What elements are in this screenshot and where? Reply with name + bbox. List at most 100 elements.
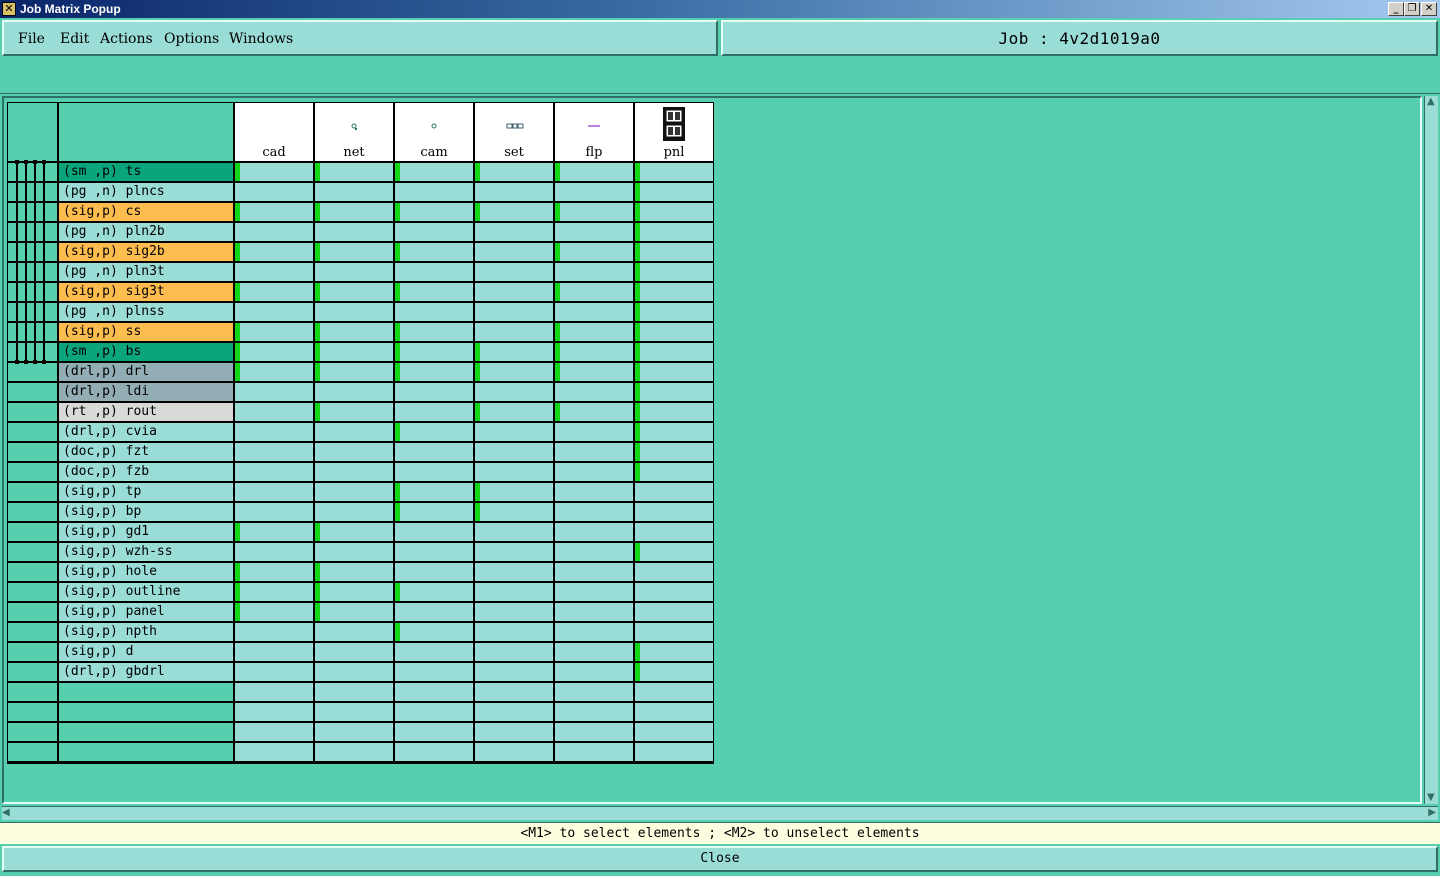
matrix-cell[interactable] (635, 383, 713, 401)
layer-name[interactable]: (pg ,n) pln3t (59, 263, 233, 281)
layer-name[interactable]: (drl,p) cvia (59, 423, 233, 441)
matrix-cell[interactable] (395, 443, 473, 461)
matrix-cell[interactable] (555, 743, 633, 761)
matrix-cell[interactable] (475, 223, 553, 241)
row-index[interactable] (8, 603, 57, 621)
matrix-cell[interactable] (235, 503, 313, 521)
row-index[interactable] (8, 463, 57, 481)
matrix-cell[interactable] (235, 183, 313, 201)
matrix-cell[interactable] (555, 383, 633, 401)
matrix-cell[interactable] (235, 303, 313, 321)
matrix-cell[interactable] (315, 663, 393, 681)
matrix-cell[interactable] (235, 643, 313, 661)
layer-name[interactable]: (sig,p) outline (59, 583, 233, 601)
layer-name[interactable]: (drl,p) drl (59, 363, 233, 381)
matrix-cell[interactable] (235, 243, 313, 261)
matrix-cell[interactable] (635, 643, 713, 661)
matrix-cell[interactable] (475, 663, 553, 681)
empty-layer-slot[interactable] (59, 743, 233, 761)
row-index[interactable] (8, 443, 57, 461)
matrix-cell[interactable] (315, 523, 393, 541)
matrix-cell[interactable] (315, 503, 393, 521)
matrix-cell[interactable] (395, 403, 473, 421)
matrix-cell[interactable] (555, 283, 633, 301)
empty-layer-slot[interactable] (59, 703, 233, 721)
column-header-flp[interactable]: flp (555, 103, 633, 161)
column-header-cad[interactable]: cad (235, 103, 313, 161)
matrix-cell[interactable] (315, 223, 393, 241)
matrix-cell[interactable] (475, 743, 553, 761)
matrix-cell[interactable] (315, 423, 393, 441)
layer-name[interactable]: (pg ,n) pln2b (59, 223, 233, 241)
row-index[interactable] (8, 643, 57, 661)
matrix-cell[interactable] (635, 683, 713, 701)
matrix-cell[interactable] (315, 323, 393, 341)
matrix-cell[interactable] (475, 623, 553, 641)
menu-options[interactable]: Options (164, 30, 219, 48)
matrix-cell[interactable] (555, 463, 633, 481)
matrix-cell[interactable] (555, 523, 633, 541)
matrix-cell[interactable] (395, 583, 473, 601)
layer-name[interactable]: (sig,p) panel (59, 603, 233, 621)
matrix-cell[interactable] (475, 563, 553, 581)
matrix-cell[interactable] (395, 503, 473, 521)
matrix-cell[interactable] (475, 423, 553, 441)
scroll-up-icon[interactable]: ▲ (1427, 96, 1435, 108)
matrix-cell[interactable] (315, 283, 393, 301)
matrix-cell[interactable] (315, 703, 393, 721)
matrix-cell[interactable] (395, 463, 473, 481)
row-index[interactable] (8, 743, 57, 761)
matrix-cell[interactable] (555, 203, 633, 221)
layer-name[interactable]: (pg ,n) plnss (59, 303, 233, 321)
matrix-cell[interactable] (635, 743, 713, 761)
matrix-cell[interactable] (635, 503, 713, 521)
restore-icon[interactable]: ❐ (1404, 2, 1420, 16)
matrix-cell[interactable] (555, 563, 633, 581)
matrix-cell[interactable] (635, 263, 713, 281)
matrix-cell[interactable] (475, 523, 553, 541)
column-header-net[interactable]: net (315, 103, 393, 161)
matrix-cell[interactable] (235, 383, 313, 401)
matrix-cell[interactable] (235, 703, 313, 721)
matrix-cell[interactable] (475, 543, 553, 561)
matrix-cell[interactable] (475, 583, 553, 601)
row-index[interactable] (8, 563, 57, 581)
matrix-cell[interactable] (475, 703, 553, 721)
matrix-cell[interactable] (475, 163, 553, 181)
matrix-cell[interactable] (395, 723, 473, 741)
layer-name[interactable]: (sm ,p) ts (59, 163, 233, 181)
matrix-cell[interactable] (395, 663, 473, 681)
matrix-cell[interactable] (235, 483, 313, 501)
layer-name[interactable]: (sig,p) d (59, 643, 233, 661)
matrix-cell[interactable] (395, 563, 473, 581)
matrix-cell[interactable] (315, 623, 393, 641)
matrix-cell[interactable] (555, 583, 633, 601)
matrix-cell[interactable] (635, 443, 713, 461)
matrix-cell[interactable] (235, 203, 313, 221)
matrix-cell[interactable] (395, 203, 473, 221)
matrix-cell[interactable] (635, 223, 713, 241)
matrix-cell[interactable] (395, 483, 473, 501)
matrix-cell[interactable] (315, 583, 393, 601)
empty-layer-slot[interactable] (59, 683, 233, 701)
layer-name[interactable]: (sig,p) sig2b (59, 243, 233, 261)
matrix-cell[interactable] (475, 243, 553, 261)
matrix-cell[interactable] (475, 723, 553, 741)
matrix-cell[interactable] (475, 643, 553, 661)
matrix-cell[interactable] (635, 323, 713, 341)
scroll-left-icon[interactable]: ◀ (2, 807, 10, 819)
scroll-right-icon[interactable]: ▶ (1428, 807, 1436, 819)
menu-actions[interactable]: Actions (100, 30, 153, 48)
matrix-cell[interactable] (635, 343, 713, 361)
matrix-cell[interactable] (235, 663, 313, 681)
matrix-cell[interactable] (315, 263, 393, 281)
matrix-cell[interactable] (235, 543, 313, 561)
matrix-cell[interactable] (555, 343, 633, 361)
matrix-cell[interactable] (235, 343, 313, 361)
matrix-cell[interactable] (475, 263, 553, 281)
matrix-cell[interactable] (235, 683, 313, 701)
row-index[interactable] (8, 383, 57, 401)
scroll-down-icon[interactable]: ▼ (1427, 792, 1435, 804)
matrix-cell[interactable] (555, 183, 633, 201)
row-index[interactable] (8, 543, 57, 561)
